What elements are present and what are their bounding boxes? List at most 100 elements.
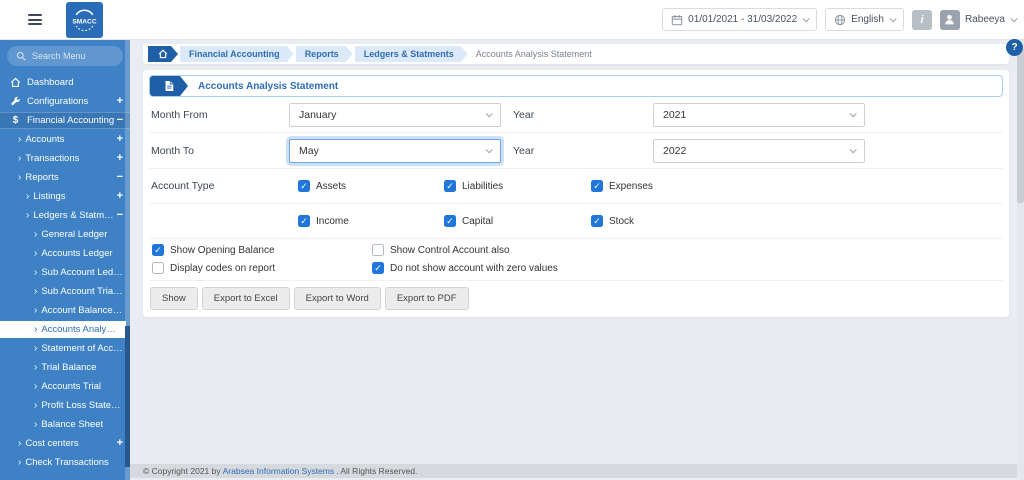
collapse-icon[interactable]: − [117, 115, 123, 126]
checkbox-liabilities[interactable]: ✓ Liabilities [444, 180, 503, 192]
sidebar-item-label: Financial Accounting [27, 115, 115, 126]
sidebar-item-label: Accounts Trial [41, 381, 102, 392]
checkbox-label: Show Opening Balance [170, 244, 275, 256]
sidebar-item-trial-balance[interactable]: › Trial Balance [0, 359, 130, 376]
year-to-select[interactable]: 2022 [653, 138, 865, 163]
checkbox-income[interactable]: ✓ Income [298, 215, 349, 227]
checkbox-stock[interactable]: ✓ Stock [591, 215, 634, 227]
checkbox-unchecked-icon[interactable] [152, 262, 164, 274]
expand-icon[interactable]: + [117, 153, 123, 164]
sidebar-item-configurations[interactable]: Configurations + [0, 93, 130, 110]
sidebar-item-listings[interactable]: › Listings + [0, 188, 130, 205]
breadcrumb-item-ledgers-statments[interactable]: Ledgers & Statments [355, 46, 468, 62]
sidebar-item-sub-account-ledger[interactable]: › Sub Account Ledger [0, 264, 130, 281]
sidebar-item-statement-of-accounts[interactable]: ›Statement of Accounts [0, 340, 130, 357]
sidebar-item-transactions[interactable]: › Transactions + [0, 150, 130, 167]
checkbox-label: Income [316, 215, 349, 227]
sidebar-item-check-transactions[interactable]: › Check Transactions [0, 454, 130, 471]
chevron-right-icon: › [18, 171, 22, 183]
arabsea-link[interactable]: Arabsea Information Systems [223, 466, 335, 476]
sidebar-item-cost-centers[interactable]: › Cost centers + [0, 435, 130, 452]
checkbox-expenses[interactable]: ✓ Expenses [591, 180, 653, 192]
year-from-select[interactable]: 2021 [653, 102, 865, 127]
sidebar-item-accounts-analysis-statement[interactable]: ›Accounts Analysis Statement [0, 321, 126, 338]
checkbox-checked-icon[interactable]: ✓ [591, 180, 603, 192]
checkbox-unchecked-icon[interactable] [372, 244, 384, 256]
export-to-excel-button[interactable]: Export to Excel [201, 287, 290, 310]
checkbox-checked-icon[interactable]: ✓ [591, 215, 603, 227]
info-button[interactable]: i [911, 9, 932, 30]
sidebar-item-account-balance-ageing[interactable]: ›Account Balance Ageing [0, 302, 130, 319]
checkbox-checked-icon[interactable]: ✓ [152, 244, 164, 256]
search-input[interactable]: Search Menu [7, 46, 123, 66]
checkbox-capital[interactable]: ✓ Capital [444, 215, 493, 227]
checkbox-checked-icon[interactable]: ✓ [372, 262, 384, 274]
sidebar-item-label: General Ledger [41, 229, 108, 240]
checkbox-checked-icon[interactable]: ✓ [444, 180, 456, 192]
avatar[interactable] [939, 9, 960, 30]
sidebar-item-label: Accounts [25, 134, 65, 145]
sidebar-item-profit-loss-statement[interactable]: ›Profit Loss Statement [0, 397, 130, 414]
sidebar-item-accounts-trial[interactable]: › Accounts Trial [0, 378, 130, 395]
chevron-down-icon [485, 146, 493, 154]
chevron-right-icon: › [34, 399, 38, 411]
language-selector[interactable]: English [825, 8, 904, 31]
month-from-row: Month From January Year 2021 [149, 97, 1003, 133]
menu-icon[interactable] [28, 14, 42, 25]
expand-icon[interactable]: + [117, 134, 123, 145]
checkbox-assets[interactable]: ✓ Assets [298, 180, 346, 192]
month-to-value: May [299, 144, 319, 157]
breadcrumb-item-reports[interactable]: Reports [296, 46, 353, 62]
month-to-select[interactable]: May [289, 138, 501, 163]
checkbox-show-control-account-also[interactable]: Show Control Account also [372, 244, 510, 256]
checkbox-show-opening-balance[interactable]: ✓ Show Opening Balance [152, 244, 275, 256]
month-to-label: Month To [151, 144, 194, 157]
checkbox-checked-icon[interactable]: ✓ [444, 215, 456, 227]
chevron-right-icon: › [34, 304, 38, 316]
expand-icon[interactable]: + [117, 96, 123, 107]
breadcrumb-home[interactable] [148, 46, 178, 62]
expand-icon[interactable]: + [117, 191, 123, 202]
collapse-icon[interactable]: − [117, 172, 123, 183]
checkbox-label: Expenses [609, 180, 653, 192]
sidebar-item-financial-accounting[interactable]: $ Financial Accounting − [0, 112, 130, 129]
sidebar-item-accounts-ledger[interactable]: › Accounts Ledger [0, 245, 130, 262]
year-from-value: 2021 [663, 108, 687, 121]
options-row: ✓ Show Opening Balance Display codes on re… [149, 239, 1003, 281]
sidebar-item-label: Sub Account Trial Balance [41, 286, 123, 297]
chevron-down-icon [849, 146, 857, 154]
month-from-select[interactable]: January [289, 102, 501, 127]
content-scrollbar-thumb[interactable] [1017, 48, 1024, 203]
checkbox-checked-icon[interactable]: ✓ [298, 180, 310, 192]
date-range-value: 01/01/2021 - 31/03/2022 [688, 14, 798, 25]
content-scrollbar[interactable] [1017, 40, 1024, 480]
export-to-word-button[interactable]: Export to Word [293, 287, 381, 310]
sidebar-item-accounts[interactable]: › Accounts + [0, 131, 130, 148]
sidebar-item-general-ledger[interactable]: › General Ledger [0, 226, 130, 243]
collapse-icon[interactable]: − [117, 210, 123, 221]
show-button[interactable]: Show [150, 287, 198, 310]
checkbox-label: Stock [609, 215, 635, 227]
user-name[interactable]: Rabeeya [965, 14, 1005, 25]
date-range-picker[interactable]: 01/01/2021 - 31/03/2022 [662, 8, 818, 31]
smacc-logo[interactable]: SMACC [66, 1, 103, 38]
expand-icon[interactable]: + [117, 438, 123, 449]
sidebar-item-balance-sheet[interactable]: › Balance Sheet [0, 416, 130, 433]
chevron-down-icon [485, 110, 493, 118]
checkbox-display-codes-on-report[interactable]: Display codes on report [152, 262, 275, 274]
sidebar-item-sub-account-trial-balance[interactable]: ›Sub Account Trial Balance [0, 283, 130, 300]
chevron-down-icon[interactable] [1010, 15, 1018, 23]
account-type-label: Account Type [151, 180, 215, 192]
sidebar-item-label: Check Transactions [25, 457, 109, 468]
export-to-pdf-button[interactable]: Export to PDF [384, 287, 469, 310]
checkbox-do-not-show-account-with-zero-values[interactable]: ✓ Do not show account with zero values [372, 262, 558, 274]
chevron-right-icon: › [34, 323, 38, 335]
checkbox-checked-icon[interactable]: ✓ [298, 215, 310, 227]
sidebar-item-label: Cost centers [25, 438, 79, 449]
sidebar-item-reports[interactable]: › Reports − [0, 169, 130, 186]
sidebar-item-ledgers-statments[interactable]: › Ledgers & Statments − [0, 207, 130, 224]
topbar: SMACC 01/01/2021 - 31/03/2022 English i … [0, 0, 1024, 40]
help-button[interactable]: ? [1006, 39, 1023, 56]
sidebar-item-dashboard[interactable]: Dashboard [0, 74, 130, 91]
breadcrumb-item-financial-accounting[interactable]: Financial Accounting [180, 46, 294, 62]
